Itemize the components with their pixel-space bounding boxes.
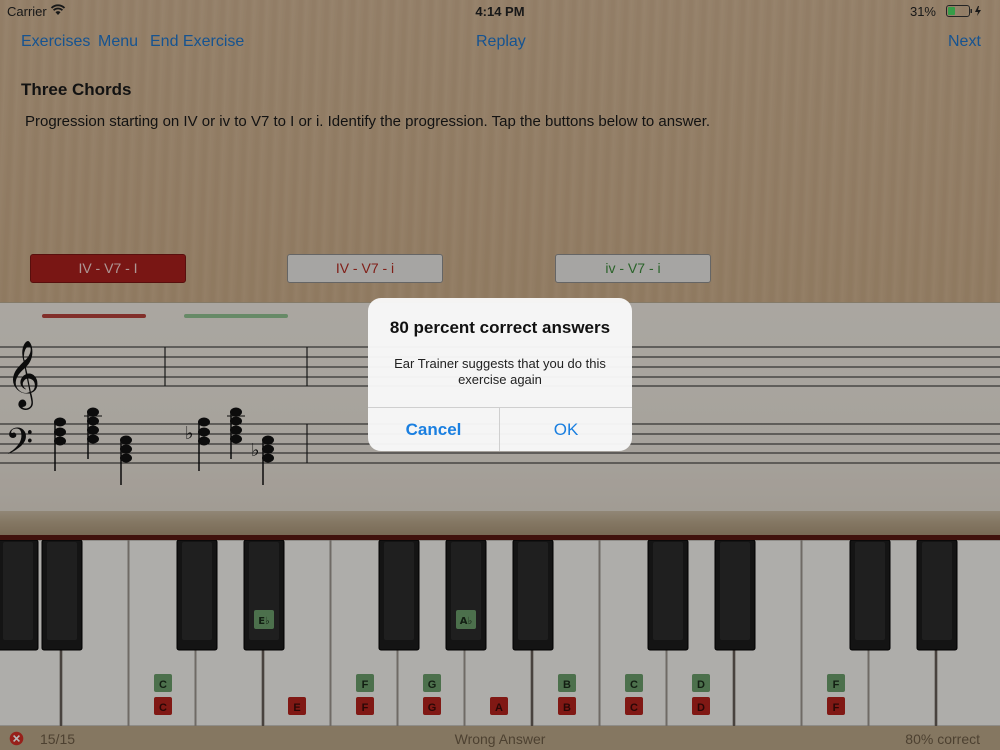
- dialog-message: Ear Trainer suggests that you do this ex…: [394, 356, 606, 387]
- ok-button[interactable]: OK: [500, 408, 632, 451]
- cancel-button[interactable]: Cancel: [368, 408, 499, 451]
- alert-dialog: 80 percent correct answers Ear Trainer s…: [368, 298, 632, 451]
- dialog-title: 80 percent correct answers: [389, 318, 611, 337]
